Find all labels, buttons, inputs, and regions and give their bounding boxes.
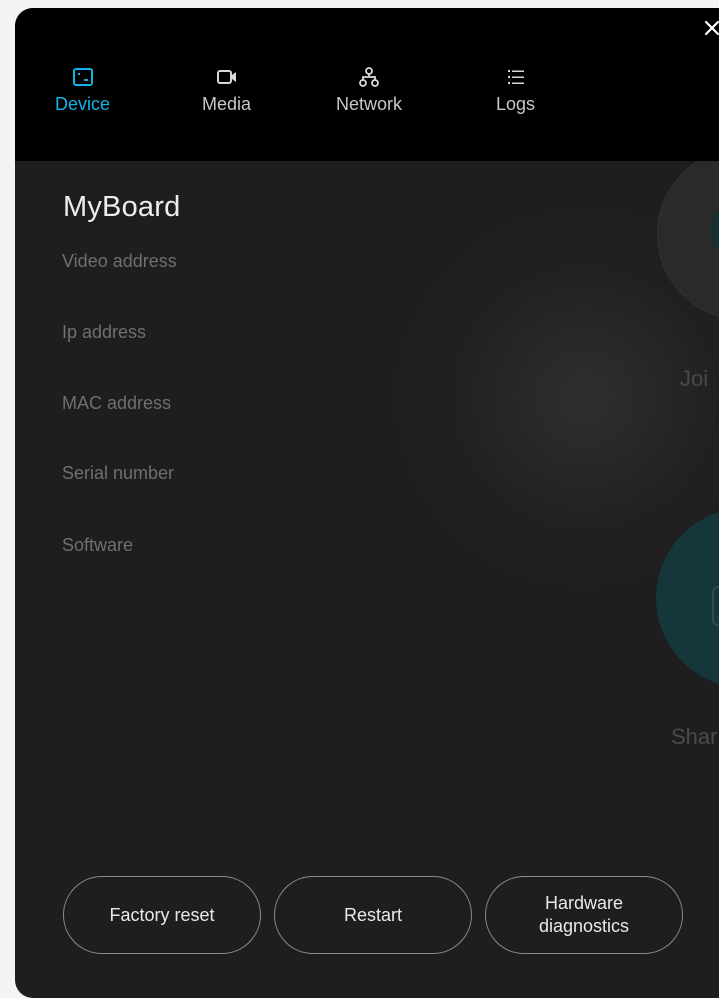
ip-address-label: Ip address [62, 322, 147, 342]
serial-number-label: Serial number [62, 463, 175, 483]
hardware-diagnostics-label: Hardware diagnostics [538, 893, 630, 936]
tab-network-label: Network [336, 94, 403, 114]
restart-label: Restart [343, 904, 403, 925]
video-camera-icon [216, 70, 236, 84]
device-info: MyBoard Video address Ip address MAC add… [15, 161, 719, 998]
tab-device[interactable]: Device [55, 66, 110, 115]
software-label: Software [62, 535, 134, 555]
tab-bar: Device Media Network Logs [15, 8, 719, 161]
close-icon[interactable] [702, 18, 719, 38]
video-address-label: Video address [62, 251, 177, 271]
tab-device-label: Device [55, 94, 111, 114]
tab-media[interactable]: Media [202, 66, 251, 115]
tablet-icon [72, 68, 93, 86]
factory-reset-button[interactable]: Factory reset [63, 876, 261, 954]
tab-network[interactable]: Network [336, 66, 402, 115]
device-settings-panel: Joi Shar Device Media Network Logs MyBoa… [15, 8, 719, 998]
factory-reset-label: Factory reset [109, 904, 215, 925]
hardware-diagnostics-button[interactable]: Hardware diagnostics [485, 876, 683, 954]
tab-media-label: Media [202, 94, 252, 114]
mac-address-label: MAC address [62, 393, 172, 413]
restart-button[interactable]: Restart [274, 876, 472, 954]
device-name: MyBoard [63, 191, 181, 223]
tab-logs-label: Logs [496, 94, 536, 114]
list-icon [507, 70, 524, 84]
tab-logs[interactable]: Logs [496, 66, 535, 115]
network-icon [359, 67, 379, 87]
